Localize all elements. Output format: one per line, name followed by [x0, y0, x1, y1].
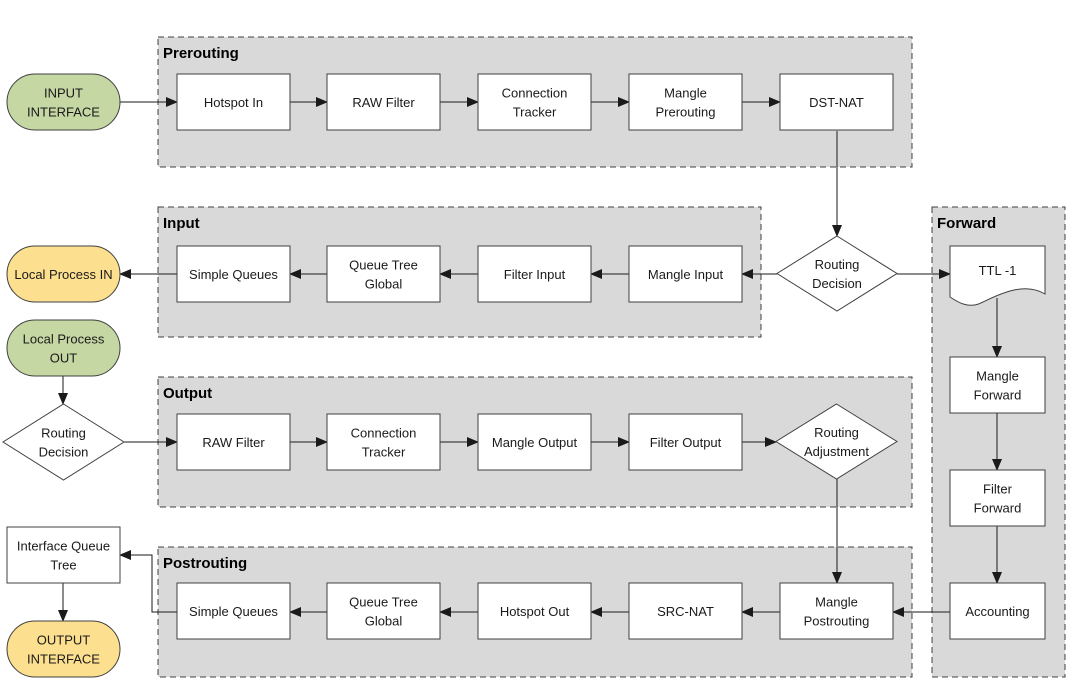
node-interface-queue-tree: Interface Queue Tree — [6, 526, 121, 584]
group-title-prerouting: Prerouting — [163, 45, 239, 62]
node-label: Mangle — [664, 86, 707, 101]
node-label: Global — [365, 614, 403, 629]
node-shape — [628, 73, 743, 131]
node-shape — [779, 582, 894, 640]
node-out-filter: Filter Output — [628, 413, 743, 471]
node-pre-dstnat: DST-NAT — [779, 73, 894, 131]
edges — [58, 97, 1002, 622]
node-label: Filter Output — [650, 435, 722, 450]
node-label: Mangle — [815, 595, 858, 610]
node-label: Interface Queue — [17, 539, 110, 554]
node-local-process-out: Local Process OUT — [6, 319, 121, 377]
group-title-forward: Forward — [937, 215, 996, 232]
node-post-queue-tree: Queue Tree Global — [326, 582, 441, 640]
node-label: Adjustment — [804, 444, 869, 459]
group-title-output: Output — [163, 385, 212, 402]
node-shape — [776, 235, 898, 312]
group-title-input: Input — [163, 215, 200, 232]
node-local-process-in: Local Process IN — [6, 245, 121, 303]
node-label: Local Process — [23, 332, 105, 347]
node-label: Filter — [983, 482, 1013, 497]
node-label: Routing — [815, 257, 860, 272]
node-in-simple-queues: Simple Queues — [176, 245, 291, 303]
node-post-mangle: Mangle Postrouting — [779, 582, 894, 640]
node-routing-decision-1: Routing Decision — [776, 235, 898, 312]
node-label: Tracker — [513, 105, 557, 120]
node-pre-hotspot-in: Hotspot In — [176, 73, 291, 131]
node-shape — [949, 469, 1046, 527]
node-shape — [6, 319, 121, 377]
node-label: Prerouting — [656, 105, 716, 120]
node-label: Filter Input — [504, 267, 566, 282]
node-label: Hotspot Out — [500, 604, 570, 619]
node-shape — [6, 526, 121, 584]
node-label: Mangle Input — [648, 267, 724, 282]
node-out-conn-tracker: Connection Tracker — [326, 413, 441, 471]
node-label: Tracker — [362, 445, 406, 460]
node-label: Hotspot In — [204, 95, 263, 110]
node-label: DST-NAT — [809, 95, 864, 110]
node-post-srcnat: SRC-NAT — [628, 582, 743, 640]
node-label: SRC-NAT — [657, 604, 714, 619]
node-label: Queue Tree — [349, 595, 418, 610]
node-label: Global — [365, 277, 403, 292]
node-label: INTERFACE — [27, 652, 100, 667]
node-label: Accounting — [965, 604, 1029, 619]
node-label: Mangle Output — [492, 435, 578, 450]
node-fwd-mangle: Mangle Forward — [949, 356, 1046, 414]
node-output-interface: OUTPUT INTERFACE — [6, 620, 121, 678]
node-label: Mangle — [976, 369, 1019, 384]
node-shape — [949, 356, 1046, 414]
node-label: Forward — [974, 388, 1022, 403]
node-label: Forward — [974, 501, 1022, 516]
node-label: Decision — [812, 276, 862, 291]
node-in-filter: Filter Input — [477, 245, 592, 303]
node-label: Local Process IN — [14, 267, 112, 282]
node-label: Connection — [351, 426, 417, 441]
node-fwd-filter: Filter Forward — [949, 469, 1046, 527]
node-label: TTL -1 — [979, 263, 1017, 278]
node-pre-mangle: Mangle Prerouting — [628, 73, 743, 131]
node-shape — [477, 73, 592, 131]
node-fwd-accounting: Accounting — [949, 582, 1046, 640]
node-pre-conn-tracker: Connection Tracker — [477, 73, 592, 131]
node-label: Routing — [41, 426, 86, 441]
node-label: Connection — [502, 86, 568, 101]
group-title-postrouting: Postrouting — [163, 555, 247, 572]
node-in-mangle: Mangle Input — [628, 245, 743, 303]
node-routing-decision-2: Routing Decision — [2, 403, 125, 481]
node-shape — [326, 582, 441, 640]
node-label: Queue Tree — [349, 258, 418, 273]
node-label: Simple Queues — [189, 604, 278, 619]
packet-flow-diagram: Prerouting Input Forward Output Postrout… — [2, 36, 1066, 678]
node-post-simple-queues: Simple Queues — [176, 582, 291, 640]
node-shape — [6, 73, 121, 131]
node-label: RAW Filter — [202, 435, 265, 450]
node-post-hotspot-out: Hotspot Out — [477, 582, 592, 640]
node-label: Routing — [814, 425, 859, 440]
node-label: Tree — [50, 558, 76, 573]
node-shape — [326, 245, 441, 303]
node-label: Postrouting — [804, 614, 870, 629]
node-label: OUT — [50, 351, 78, 366]
node-shape — [326, 413, 441, 471]
node-label: INPUT — [44, 86, 83, 101]
node-input-interface: INPUT INTERFACE — [6, 73, 121, 131]
node-label: INTERFACE — [27, 105, 100, 120]
node-label: Decision — [39, 445, 89, 460]
node-label: Simple Queues — [189, 267, 278, 282]
node-in-queue-tree: Queue Tree Global — [326, 245, 441, 303]
node-out-mangle: Mangle Output — [477, 413, 592, 471]
node-pre-raw-filter: RAW Filter — [326, 73, 441, 131]
node-label: OUTPUT — [37, 633, 91, 648]
node-shape — [6, 620, 121, 678]
node-label: RAW Filter — [352, 95, 415, 110]
node-shape — [2, 403, 125, 481]
node-out-raw-filter: RAW Filter — [176, 413, 291, 471]
